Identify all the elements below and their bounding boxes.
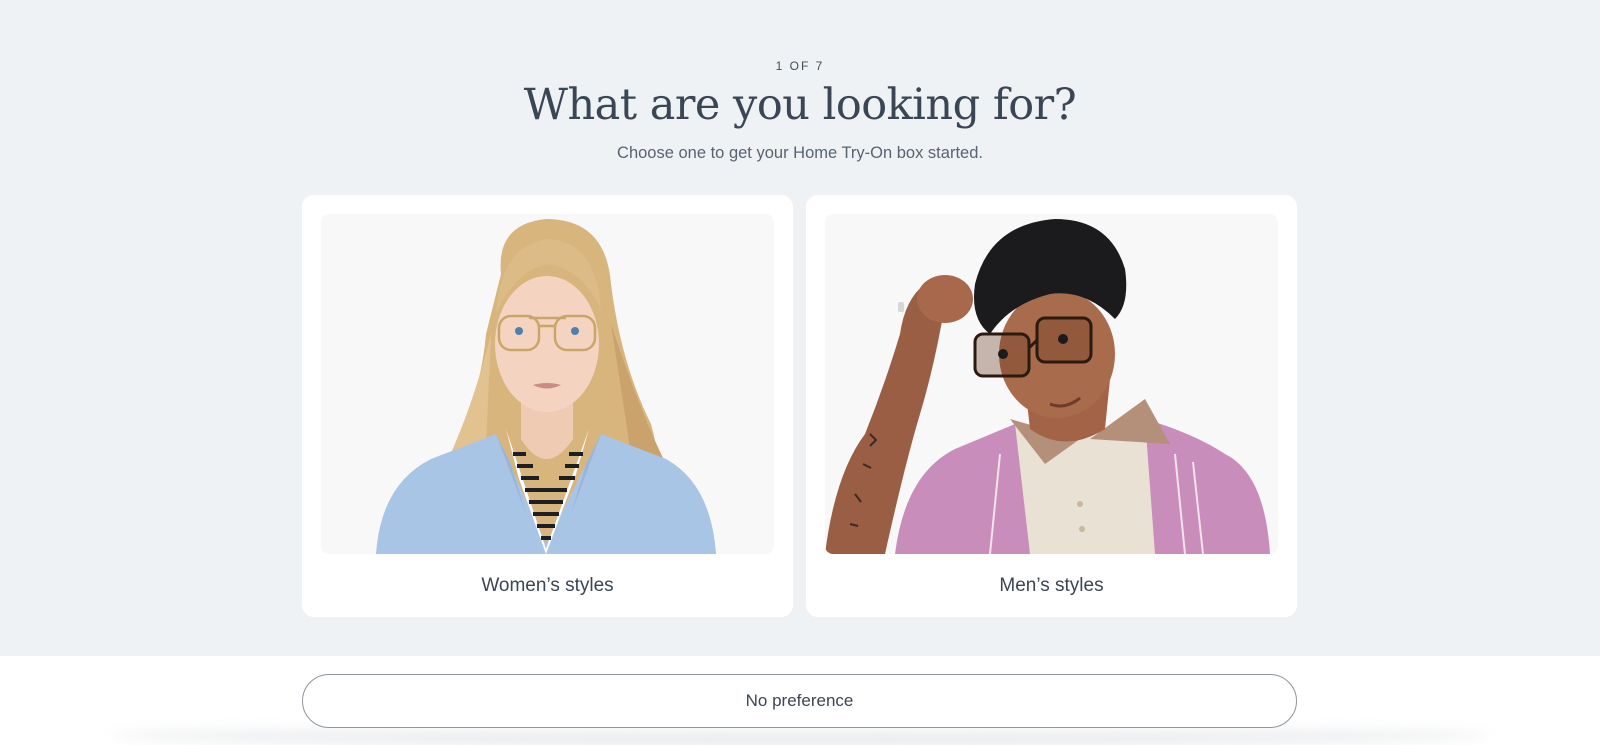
womens-styles-card[interactable]: Women’s styles — [302, 195, 793, 617]
footer-bar: No preference — [0, 656, 1600, 745]
mens-styles-label: Men’s styles — [999, 575, 1104, 596]
mens-styles-photo — [825, 214, 1278, 554]
footer-shadow — [110, 725, 1490, 745]
page-title: What are you looking for? — [523, 80, 1077, 130]
woman-with-glasses-image — [321, 214, 774, 554]
page-subtitle: Choose one to get your Home Try-On box s… — [617, 144, 983, 162]
mens-styles-card[interactable]: Men’s styles — [806, 195, 1297, 617]
step-indicator: 1 OF 7 — [775, 59, 825, 73]
quiz-page: 1 OF 7 What are you looking for? Choose … — [0, 0, 1600, 745]
womens-styles-photo — [321, 214, 774, 554]
no-preference-button[interactable]: No preference — [302, 674, 1297, 728]
man-with-glasses-image — [825, 214, 1278, 554]
womens-styles-label: Women’s styles — [481, 575, 614, 596]
